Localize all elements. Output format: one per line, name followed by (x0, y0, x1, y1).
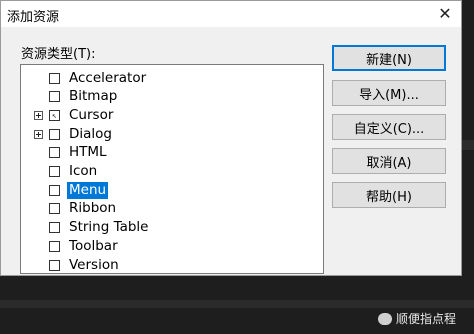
custom-button[interactable]: 自定义(C)... (332, 114, 446, 140)
tree-item-label: Cursor (69, 106, 114, 123)
cursor-icon: ↖ (49, 109, 60, 121)
help-button[interactable]: 帮助(H) (332, 182, 446, 208)
ribbon-icon (49, 203, 60, 215)
accelerator-icon (49, 72, 60, 84)
import-button[interactable]: 导入(M)... (332, 80, 446, 106)
tree-item-label: Version (69, 256, 119, 273)
tree-item-label: Toolbar (69, 237, 118, 254)
title-bar: 添加资源 ✕ (1, 1, 461, 27)
watermark-text: 顺便指点程 (395, 312, 456, 326)
tree-item-label: Ribbon (69, 200, 117, 217)
wechat-icon (377, 312, 392, 325)
expand-icon[interactable] (34, 110, 43, 120)
cancel-button[interactable]: 取消(A) (332, 148, 446, 174)
watermark: 顺便指点程 (377, 310, 456, 327)
resource-type-tree[interactable]: Accelerator Bitmap ↖ Cursor Dialog HTML Icon Me… (20, 64, 324, 274)
close-icon[interactable]: ✕ (435, 3, 455, 23)
tree-item[interactable]: String Table (21, 219, 323, 237)
version-icon (49, 259, 60, 271)
tree-item[interactable]: Accelerator (21, 69, 323, 87)
tree-item[interactable]: Ribbon (21, 200, 323, 218)
tree-item-label: Icon (69, 163, 98, 179)
bitmap-icon (49, 91, 60, 103)
tree-item[interactable]: Dialog (21, 125, 323, 143)
tree-item[interactable]: Toolbar (21, 237, 323, 255)
add-resource-dialog: 添加资源 ✕ 资源类型(T): Accelerator Bitmap ↖ Cursor… (0, 0, 462, 276)
tree-item-label: Accelerator (69, 69, 147, 86)
expand-icon[interactable] (34, 129, 43, 139)
tree-item-label: Bitmap (69, 88, 118, 105)
tree-item-label: Menu (67, 181, 109, 199)
new-button[interactable]: 新建(N) (332, 45, 446, 71)
tree-item[interactable]: Icon (21, 163, 323, 181)
menu-icon (49, 184, 60, 196)
dialog-title: 添加资源 (7, 10, 60, 25)
tree-item-label: Dialog (69, 125, 112, 142)
tree-item[interactable]: Bitmap (21, 88, 323, 106)
tree-item[interactable]: Version (21, 256, 323, 273)
background-editor-strip (0, 300, 474, 308)
tree-item[interactable]: Menu (21, 181, 323, 199)
icon-file-icon (49, 166, 60, 177)
tree-item[interactable]: ↖ Cursor (21, 106, 323, 124)
toolbar-icon (49, 240, 60, 252)
tree-item-label: String Table (69, 219, 149, 236)
html-icon (49, 147, 60, 159)
tree-item-label: HTML (69, 144, 107, 161)
dialog-icon (49, 128, 60, 140)
tree-item[interactable]: HTML (21, 144, 323, 162)
string-table-icon (49, 222, 60, 234)
resource-type-label: 资源类型(T): (21, 47, 96, 62)
